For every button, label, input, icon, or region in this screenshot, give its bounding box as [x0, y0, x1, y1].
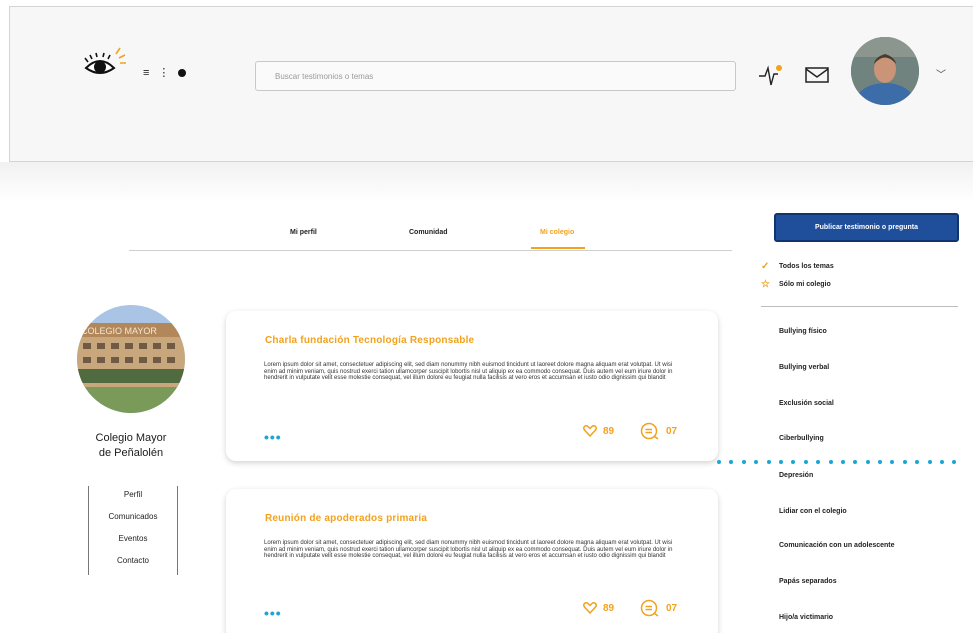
side-menu-item-contacto[interactable]: Contacto: [89, 552, 177, 574]
header-icon-group: ≡ ⋮: [143, 66, 187, 79]
like-count-value: 89: [603, 425, 615, 437]
main-tabs: Mi perfil Comunidad Mi colegio: [129, 226, 732, 251]
user-avatar[interactable]: [851, 37, 919, 105]
filter-label: Sólo mi colegio: [779, 281, 831, 288]
like-count-value: 89: [603, 602, 615, 614]
comment-count-value: 07: [666, 425, 678, 437]
topic-item[interactable]: Ciberbullying: [779, 435, 824, 442]
comment-bubble-icon: [640, 422, 659, 440]
eye-logo-icon[interactable]: [76, 46, 136, 86]
topic-item[interactable]: Bullying físico: [779, 328, 827, 335]
post-title[interactable]: Charla fundación Tecnología Responsable: [265, 335, 474, 346]
post-body: Lorem ipsum dolor sit amet, consectetuer…: [264, 362, 673, 382]
school-name-line1: Colegio Mayor: [95, 432, 167, 444]
side-menu-item-comunicados[interactable]: Comunicados: [89, 508, 177, 530]
heart-icon: [583, 425, 597, 437]
search-input[interactable]: Buscar testimonios o temas: [255, 61, 736, 91]
school-name-line2: de Peñalolén: [98, 447, 164, 459]
topic-item[interactable]: Exclusión social: [779, 400, 834, 407]
topic-item[interactable]: Comunicación con un adolescente: [779, 542, 895, 549]
star-icon: ☆: [761, 279, 770, 290]
active-tab-indicator: [531, 247, 585, 249]
topic-item[interactable]: Hijo/a victimario: [779, 614, 833, 621]
topic-item[interactable]: Bullying verbal: [779, 364, 829, 371]
sidebar-divider: [761, 306, 958, 307]
like-count[interactable]: 89: [583, 602, 614, 614]
tab-comunidad[interactable]: Comunidad: [409, 229, 448, 236]
header-shadow: [0, 162, 973, 202]
school-photo: COLEGIO MAYOR: [77, 305, 185, 413]
school-photo-sign: COLEGIO MAYOR: [81, 326, 157, 336]
filter-all-topics[interactable]: ✓ Todos los temas: [761, 261, 834, 272]
more-vertical-icon[interactable]: ⋮: [158, 66, 169, 79]
topic-item[interactable]: Papás separados: [779, 578, 837, 585]
like-count[interactable]: 89: [583, 425, 614, 437]
activity-pulse-icon[interactable]: [758, 60, 784, 90]
comment-bubble-icon: [640, 599, 659, 617]
heart-icon: [583, 602, 597, 614]
school-name: Colegio Mayor de Peñalolén: [66, 431, 196, 461]
topic-item[interactable]: Depresión: [779, 472, 813, 479]
menu-icon[interactable]: ≡: [143, 67, 149, 79]
tab-mi-perfil[interactable]: Mi perfil: [290, 229, 317, 236]
mail-icon[interactable]: [805, 66, 829, 84]
post-title[interactable]: Reunión de apoderados primaria: [265, 513, 427, 524]
side-menu-item-eventos[interactable]: Eventos: [89, 530, 177, 552]
post-more-icon[interactable]: •••: [264, 605, 282, 621]
check-icon: ✓: [761, 261, 770, 272]
post-more-icon[interactable]: •••: [264, 429, 282, 445]
post-card[interactable]: Charla fundación Tecnología Responsable …: [226, 311, 718, 461]
filter-my-school[interactable]: ☆ Sólo mi colegio: [761, 279, 831, 290]
comment-count[interactable]: 07: [640, 599, 677, 617]
tab-mi-colegio[interactable]: Mi colegio: [540, 229, 574, 236]
post-body: Lorem ipsum dolor sit amet, consectetuer…: [264, 540, 673, 560]
school-side-menu: Perfil Comunicados Eventos Contacto: [88, 486, 178, 575]
topic-item[interactable]: Lidiar con el colegio: [779, 508, 847, 515]
side-menu-item-perfil[interactable]: Perfil: [89, 486, 177, 508]
comment-count[interactable]: 07: [640, 422, 677, 440]
chevron-down-icon[interactable]: ﹀: [936, 66, 946, 81]
comment-count-value: 07: [666, 602, 678, 614]
post-card[interactable]: Reunión de apoderados primaria Lorem ips…: [226, 489, 718, 633]
settings-dot-icon[interactable]: [178, 68, 187, 77]
dotted-connector: [717, 458, 973, 466]
filter-label: Todos los temas: [779, 263, 834, 270]
publish-button[interactable]: Publicar testimonio o pregunta: [774, 213, 959, 242]
